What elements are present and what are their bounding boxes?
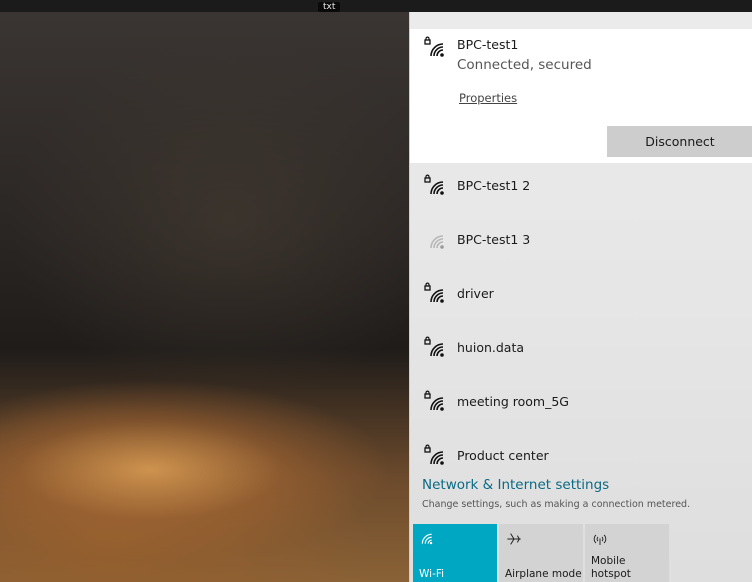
wifi-weak-icon [423, 228, 447, 252]
network-settings-subtitle: Change settings, such as making a connec… [422, 499, 691, 510]
connected-network-name: BPC-test1 [457, 37, 519, 52]
disconnect-button[interactable]: Disconnect [607, 126, 752, 157]
top-edge [0, 0, 752, 12]
desktop-icon-label[interactable]: txt [318, 2, 341, 12]
wifi-secured-icon [423, 36, 447, 60]
wifi-tile-label: Wi-Fi [419, 568, 445, 580]
hotspot-label-line1: Mobile [591, 555, 626, 567]
network-item[interactable]: BPC-test1 3 [410, 216, 752, 260]
airplane-mode-tile[interactable]: Airplane mode [499, 524, 583, 582]
wifi-secured-icon [423, 174, 447, 198]
network-name: meeting room_5G [457, 394, 569, 409]
wifi-flyout: BPC-test1 Connected, secured Properties … [409, 12, 752, 582]
wifi-secured-icon [423, 282, 447, 306]
wifi-secured-icon [423, 444, 447, 468]
network-name: BPC-test1 3 [457, 232, 531, 247]
network-name: driver [457, 286, 494, 301]
mobile-hotspot-tile[interactable]: Mobile hotspot [585, 524, 669, 582]
network-item[interactable]: huion.data [410, 324, 752, 368]
wifi-icon [420, 532, 434, 549]
network-name: huion.data [457, 340, 525, 355]
wifi-secured-icon [423, 336, 447, 360]
hotspot-icon [592, 532, 608, 549]
hotspot-label-line2: hotspot [591, 568, 631, 580]
airplane-icon [506, 532, 522, 549]
network-name: BPC-test1 2 [457, 178, 531, 193]
properties-link[interactable]: Properties [459, 91, 517, 105]
connection-status: Connected, secured [457, 57, 592, 73]
airplane-tile-label: Airplane mode [505, 568, 582, 580]
hotspot-tile-label: Mobile hotspot [591, 555, 631, 581]
network-item[interactable]: BPC-test1 2 [410, 162, 752, 206]
network-item[interactable]: driver [410, 270, 752, 314]
wifi-secured-icon [423, 390, 447, 414]
network-item[interactable]: meeting room_5G [410, 378, 752, 422]
network-name: Product center [457, 448, 549, 463]
wifi-toggle-tile[interactable]: Wi-Fi [413, 524, 497, 582]
connected-network-panel[interactable]: BPC-test1 Connected, secured Properties … [410, 29, 752, 163]
network-settings-link[interactable]: Network & Internet settings [422, 477, 609, 493]
network-item[interactable]: Product center [410, 432, 752, 476]
